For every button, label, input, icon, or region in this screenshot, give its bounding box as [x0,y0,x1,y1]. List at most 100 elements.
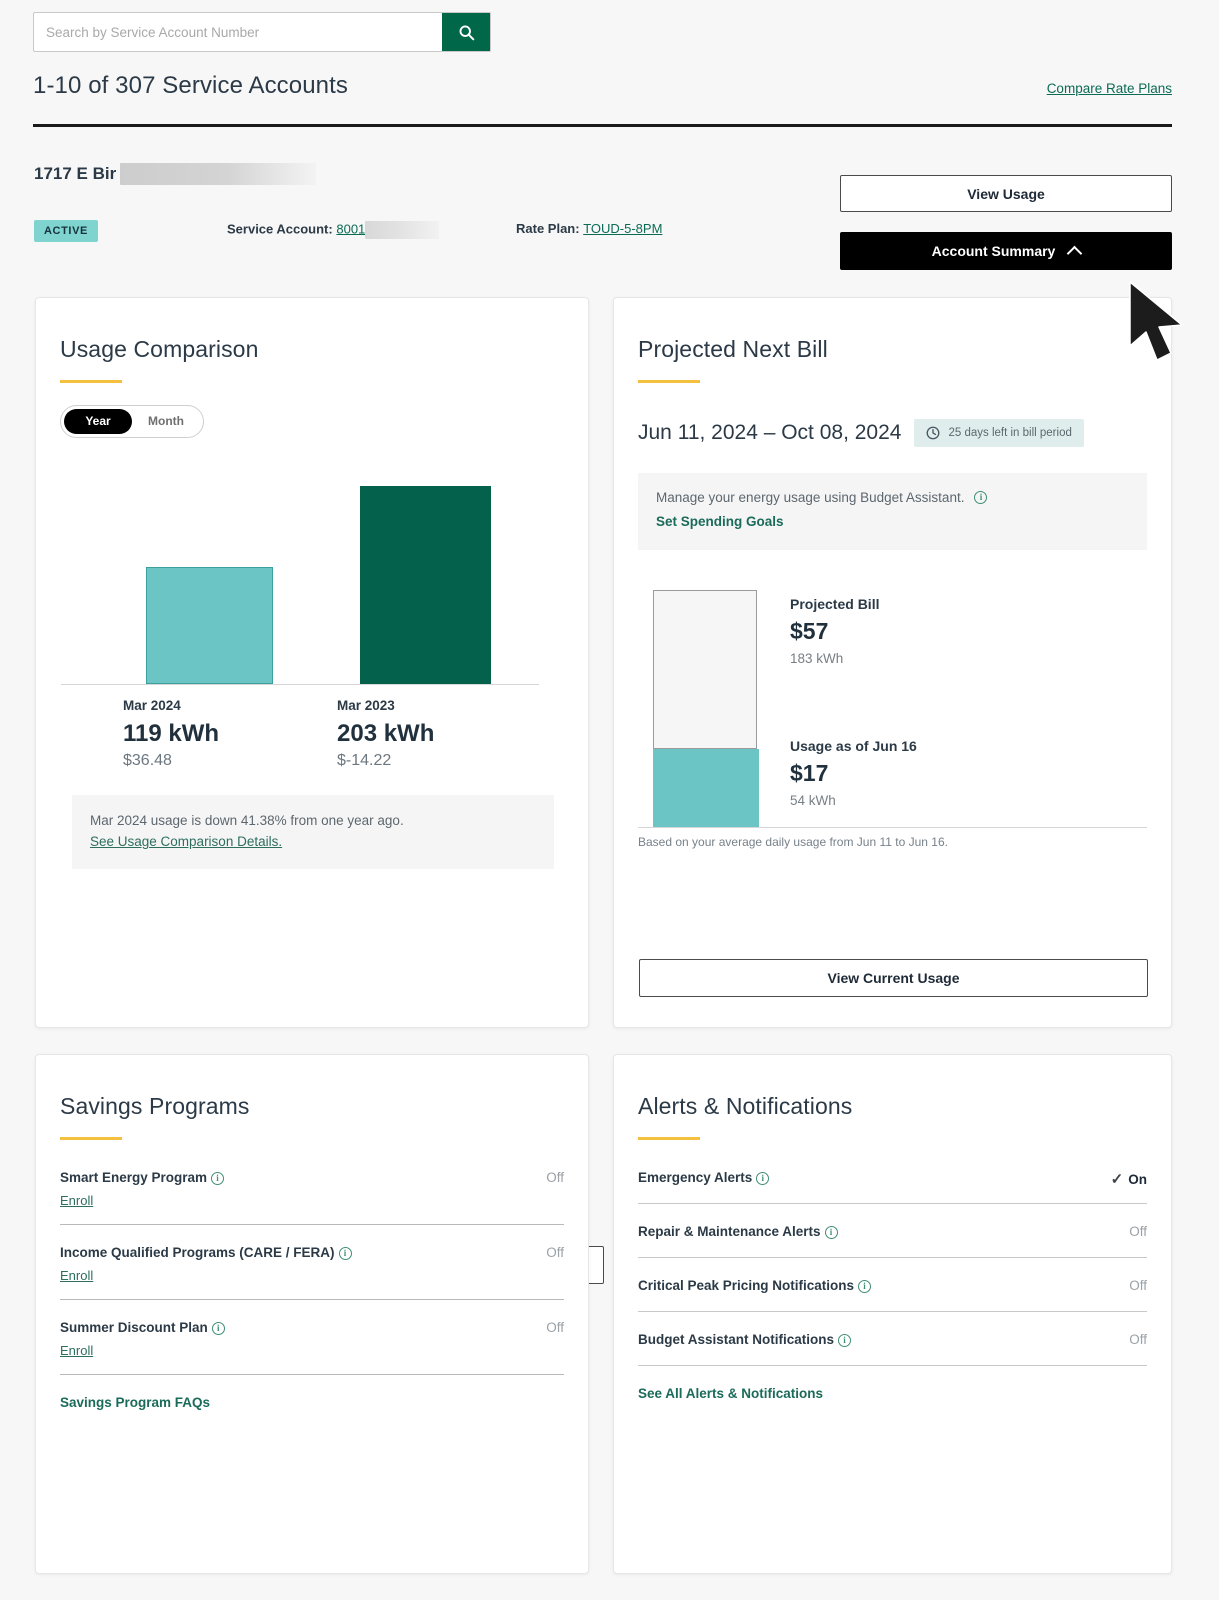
bill-period-dates: Jun 11, 2024 – Oct 08, 2024 [638,421,902,444]
alert-name: Budget Assistant Notifications [638,1331,835,1347]
program-status: Off [546,1319,564,1335]
projected-bill-title: Projected Next Bill [638,336,828,362]
days-left-text: 25 days left in bill period [948,427,1072,439]
divider [60,1298,564,1300]
list-item: Critical Peak Pricing Notifications i Off [638,1276,1147,1311]
enroll-link[interactable]: Enroll [60,1343,93,1358]
info-icon[interactable]: i [974,491,988,504]
current-usage-kwh: 54 kWh [790,793,836,808]
alert-label: Critical Peak Pricing Notifications i [638,1276,872,1297]
redacted-account-block [365,221,440,239]
title-underline [638,380,700,383]
year-month-toggle[interactable]: Year Month [60,405,204,438]
mouse-cursor [1129,281,1183,361]
account-address: 1717 E Bir [34,163,317,185]
toggle-option-month[interactable]: Month [132,409,200,434]
savings-programs-title: Savings Programs [60,1093,250,1119]
list-item: Budget Assistant Notifications i Off [638,1330,1147,1365]
projected-bill-amount: $57 [790,618,829,644]
days-left-badge: 25 days left in bill period [914,419,1084,447]
savings-programs-list: Smart Energy Program i Enroll Off Income … [60,1168,564,1412]
alerts-notifications-card: Alerts & Notifications Emergency Alerts i… [613,1054,1172,1574]
alert-label: Emergency Alerts i [638,1168,770,1189]
savings-program-faqs-link[interactable]: Savings Program FAQs [60,1395,210,1410]
check-icon: ✓ [1110,1171,1124,1188]
list-item: Repair & Maintenance Alerts i Off [638,1222,1147,1257]
account-address-text: 1717 E Bir [34,164,117,183]
bar-projected-portion [653,590,757,749]
divider [60,1223,564,1225]
savings-programs-card: Savings Programs Smart Energy Program i E… [35,1054,589,1574]
service-account-value[interactable]: 8001 [336,221,365,236]
accounts-count-row: 1-10 of 307 Service Accounts Compare Rat… [33,72,1172,100]
list-item: Smart Energy Program i Enroll Off [60,1168,564,1224]
search-button[interactable] [442,13,490,51]
view-usage-button[interactable]: View Usage [840,175,1172,212]
search-bar [33,12,491,52]
info-icon[interactable]: i [858,1279,872,1293]
usage-cost-value: $-14.22 [337,752,392,769]
divider [638,1310,1147,1312]
alert-status: Off [1129,1331,1147,1347]
budget-assistant-message: Manage your energy usage using Budget As… [656,490,965,505]
rate-plan-value[interactable]: TOUD-5-8PM [583,221,662,236]
compare-rate-plans-link[interactable]: Compare Rate Plans [1047,81,1172,100]
search-input[interactable] [34,13,442,51]
rate-plan-label: Rate Plan: [516,221,580,236]
projection-basis-note: Based on your average daily usage from J… [638,835,948,849]
enroll-link[interactable]: Enroll [60,1268,93,1283]
alert-status: Off [1129,1277,1147,1293]
alert-label: Budget Assistant Notifications i [638,1330,852,1351]
usage-kwh-value: 203 kWh [337,720,435,747]
info-icon[interactable]: i [211,1321,225,1335]
search-icon [459,25,474,40]
title-underline [60,380,122,383]
alert-name: Repair & Maintenance Alerts [638,1223,821,1239]
program-label: Income Qualified Programs (CARE / FERA) i [60,1243,352,1264]
chart-baseline [638,827,1147,828]
program-label: Smart Energy Program i [60,1168,225,1189]
service-account-label: Service Account: [227,221,333,237]
divider [638,1256,1147,1258]
divider [638,1364,1147,1366]
redacted-address-block [120,163,317,185]
program-status: Off [546,1170,564,1185]
header-divider [33,124,1172,127]
program-name: Smart Energy Program [60,1170,208,1185]
budget-assistant-box: Manage your energy usage using Budget As… [638,473,1147,550]
alert-name: Emergency Alerts [638,1170,753,1185]
alert-status: Off [1129,1223,1147,1239]
bar-mar-2024 [146,567,273,684]
account-summary-page: 1-10 of 307 Service Accounts Compare Rat… [0,0,1219,1600]
rate-plan-meta: Rate Plan: TOUD-5-8PM [516,221,662,236]
alerts-title: Alerts & Notifications [638,1093,853,1119]
program-name: Summer Discount Plan [60,1319,208,1335]
program-label: Summer Discount Plan i [60,1318,225,1339]
account-summary-button[interactable]: Account Summary [840,232,1172,270]
usage-comparison-details-link[interactable]: See Usage Comparison Details. [90,834,282,849]
usage-period-label: Mar 2024 [123,698,181,713]
list-item: Emergency Alerts i ✓ On [638,1168,1147,1203]
chevron-up-icon [1067,245,1083,261]
info-icon[interactable]: i [824,1225,838,1239]
usage-cost-value: $36.48 [123,752,172,769]
info-icon[interactable]: i [211,1172,225,1185]
projected-bill-chart: Projected Bill $57 183 kWh Usage as of J… [638,578,1147,828]
alert-label: Repair & Maintenance Alerts i [638,1222,838,1243]
bar-mar-2023 [360,486,491,684]
info-icon[interactable]: i [338,1246,352,1260]
projected-next-bill-card: Projected Next Bill Jun 11, 2024 – Oct 0… [613,297,1172,1028]
enroll-link[interactable]: Enroll [60,1193,93,1208]
info-icon[interactable]: i [756,1172,770,1185]
view-current-usage-button[interactable]: View Current Usage [639,959,1148,997]
set-spending-goals-link[interactable]: Set Spending Goals [656,514,784,529]
info-icon[interactable]: i [838,1333,852,1347]
program-status: Off [546,1244,564,1260]
bill-period-row: Jun 11, 2024 – Oct 08, 2024 25 days left… [638,419,1147,447]
see-all-alerts-link[interactable]: See All Alerts & Notifications [638,1386,823,1401]
toggle-option-year[interactable]: Year [64,409,132,434]
projected-bill-labels: Projected Bill $57 183 kWh [790,596,879,666]
usage-kwh-value: 119 kWh [123,720,220,747]
usage-bar-chart [61,460,539,685]
list-item: Income Qualified Programs (CARE / FERA) i… [60,1243,564,1299]
